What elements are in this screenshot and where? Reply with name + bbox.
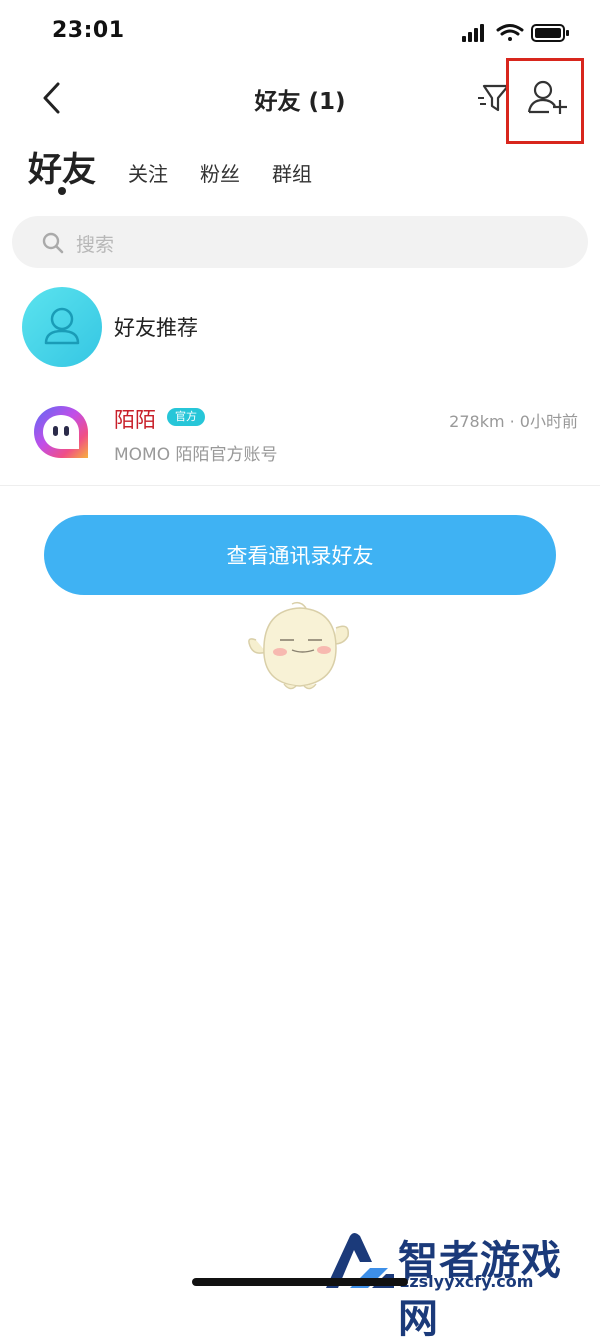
search-icon — [42, 232, 64, 254]
signal-icon — [462, 24, 484, 42]
official-badge: 官方 — [167, 408, 205, 426]
friend-recommend-avatar[interactable] — [22, 287, 102, 367]
tab-follow[interactable]: 关注 — [128, 158, 168, 187]
tab-groups[interactable]: 群组 — [272, 158, 312, 187]
search-placeholder: 搜索 — [76, 234, 115, 256]
user-icon — [44, 307, 80, 345]
friend-distance-time: 278km · 0小时前 — [449, 412, 578, 431]
status-time: 23:01 — [52, 18, 125, 43]
mascot-illustration — [248, 601, 349, 690]
friend-recommend-label[interactable]: 好友推荐 — [114, 312, 198, 342]
view-contacts-button[interactable]: 查看通讯录好友 — [44, 515, 556, 595]
friend-description: MOMO 陌陌官方账号 — [114, 445, 278, 465]
tab-friends[interactable]: 好友 — [28, 142, 96, 191]
home-indicator — [192, 1278, 408, 1286]
wifi-icon — [496, 24, 524, 41]
highlight-box — [506, 58, 584, 144]
status-icons — [462, 24, 569, 42]
active-tab-indicator — [58, 187, 66, 195]
battery-icon — [531, 24, 569, 42]
tab-fans[interactable]: 粉丝 — [200, 158, 240, 187]
momo-logo[interactable] — [30, 402, 92, 464]
watermark-url: zzslyyxcfy.com — [400, 1272, 534, 1291]
divider — [0, 485, 600, 486]
friend-name[interactable]: 陌陌 — [114, 404, 156, 434]
